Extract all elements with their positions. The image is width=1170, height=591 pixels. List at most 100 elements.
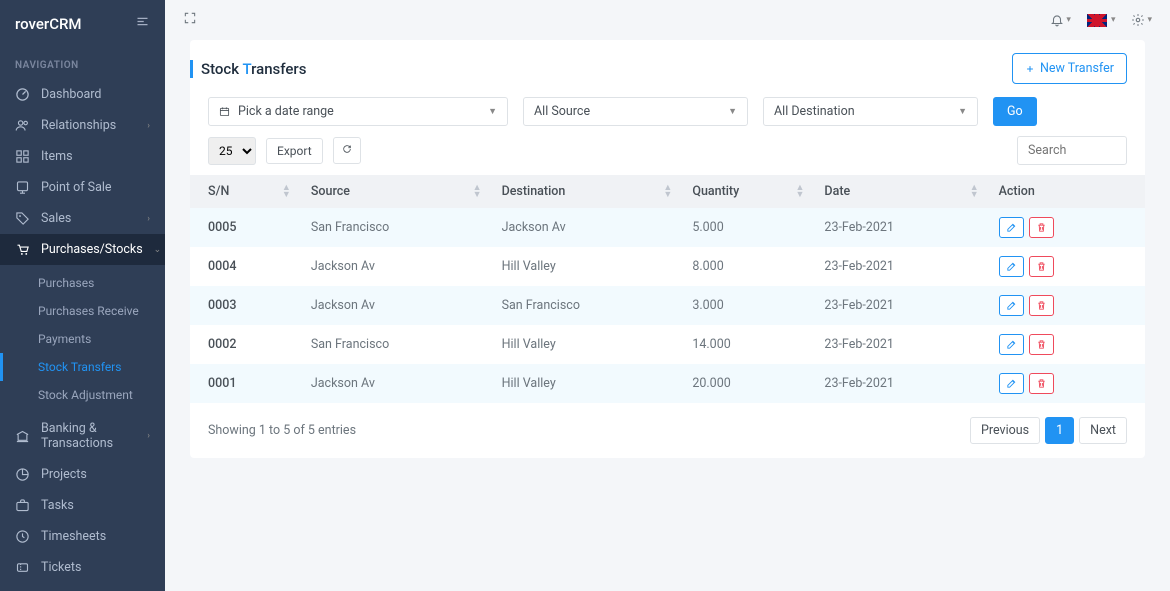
- sidebar-item-point-of-sale[interactable]: Point of Sale: [0, 172, 165, 203]
- edit-button[interactable]: [999, 334, 1024, 355]
- edit-icon: [1006, 378, 1017, 389]
- sidebar-item-tasks[interactable]: Tasks: [0, 490, 165, 521]
- settings-icon[interactable]: ▾: [1131, 13, 1152, 27]
- sidebar-item-items[interactable]: Items: [0, 141, 165, 172]
- sidebar-subitem-purchases[interactable]: Purchases: [0, 269, 165, 297]
- cell-quantity: 5.000: [680, 208, 812, 247]
- brand-logo: roverCRM: [15, 15, 82, 33]
- cell-quantity: 8.000: [680, 247, 812, 286]
- col-quantity[interactable]: Quantity▲▼: [680, 175, 812, 208]
- cell-destination: Hill Valley: [490, 364, 681, 403]
- destination-filter-select[interactable]: All Destination ▼: [763, 97, 978, 126]
- table-info: Showing 1 to 5 of 5 entries: [208, 423, 356, 438]
- cell-destination: Jackson Av: [490, 208, 681, 247]
- source-filter-select[interactable]: All Source ▼: [523, 97, 748, 126]
- export-button[interactable]: Export: [266, 138, 323, 164]
- page-title: Stock Transfers: [190, 60, 306, 78]
- delete-button[interactable]: [1029, 295, 1054, 316]
- table-row: 0001Jackson AvHill Valley20.00023-Feb-20…: [190, 364, 1145, 403]
- chevron-down-icon: ▼: [958, 106, 967, 117]
- cell-date: 23-Feb-2021: [812, 286, 986, 325]
- sidebar-item-label: Timesheets: [41, 529, 106, 544]
- sidebar-item-projects[interactable]: Projects: [0, 459, 165, 490]
- edit-icon: [1006, 222, 1017, 233]
- cell-date: 23-Feb-2021: [812, 325, 986, 364]
- edit-button[interactable]: [999, 295, 1024, 316]
- col-source[interactable]: Source▲▼: [299, 175, 490, 208]
- sidebar-item-relationships[interactable]: Relationships›: [0, 110, 165, 141]
- go-button[interactable]: Go: [993, 97, 1037, 126]
- sidebar-item-dashboard[interactable]: Dashboard: [0, 79, 165, 110]
- cell-sn: 0005: [190, 208, 299, 247]
- language-flag[interactable]: ▾: [1087, 14, 1116, 27]
- col-sn[interactable]: S/N▲▼: [190, 175, 299, 208]
- reload-button[interactable]: [333, 137, 361, 164]
- sidebar-subitem-stock-transfers[interactable]: Stock Transfers: [0, 353, 165, 381]
- sidebar-item-calender[interactable]: Calender: [0, 583, 165, 591]
- sidebar-subitem-stock-adjustment[interactable]: Stock Adjustment: [0, 381, 165, 409]
- edit-button[interactable]: [999, 256, 1024, 277]
- edit-icon: [1006, 261, 1017, 272]
- sidebar-item-label: Items: [41, 149, 73, 164]
- cell-destination: San Francisco: [490, 286, 681, 325]
- col-action: Action: [987, 175, 1145, 208]
- cell-sn: 0004: [190, 247, 299, 286]
- col-destination[interactable]: Destination▲▼: [490, 175, 681, 208]
- sidebar-subitem-payments[interactable]: Payments: [0, 325, 165, 353]
- sidebar-item-sales[interactable]: Sales›: [0, 203, 165, 234]
- bank-icon: [15, 429, 30, 444]
- sidebar-item-label: Banking & Transactions: [41, 421, 136, 451]
- sidebar: roverCRM NAVIGATION DashboardRelationshi…: [0, 0, 165, 591]
- cell-date: 23-Feb-2021: [812, 208, 986, 247]
- sidebar-item-label: Purchases/Stocks: [41, 242, 143, 257]
- sidebar-item-label: Point of Sale: [41, 180, 112, 195]
- edit-icon: [1006, 300, 1017, 311]
- reload-icon: [342, 144, 352, 154]
- cell-quantity: 14.000: [680, 325, 812, 364]
- search-input[interactable]: [1017, 136, 1127, 165]
- sidebar-item-purchases-stocks[interactable]: Purchases/Stocks⌄: [0, 234, 165, 265]
- cell-destination: Hill Valley: [490, 325, 681, 364]
- delete-button[interactable]: [1029, 334, 1054, 355]
- pagination-page-1[interactable]: 1: [1045, 417, 1074, 444]
- fullscreen-icon[interactable]: [183, 11, 197, 29]
- cell-destination: Hill Valley: [490, 247, 681, 286]
- col-date[interactable]: Date▲▼: [812, 175, 986, 208]
- chevron-icon: ›: [147, 214, 150, 224]
- main-area: ▾ ▾ ▾ Stock Transfers New Transfer Pick …: [165, 0, 1170, 591]
- sidebar-toggle-icon[interactable]: [135, 14, 150, 33]
- date-range-picker[interactable]: Pick a date range ▼: [208, 97, 508, 126]
- sidebar-subitem-purchases-receive[interactable]: Purchases Receive: [0, 297, 165, 325]
- plus-icon: [1025, 64, 1035, 74]
- sidebar-item-label: Tasks: [41, 498, 74, 513]
- delete-button[interactable]: [1029, 217, 1054, 238]
- edit-button[interactable]: [999, 373, 1024, 394]
- sidebar-item-tickets[interactable]: Tickets: [0, 552, 165, 583]
- trash-icon: [1036, 300, 1047, 311]
- edit-button[interactable]: [999, 217, 1024, 238]
- pagination-prev[interactable]: Previous: [970, 417, 1040, 444]
- delete-button[interactable]: [1029, 373, 1054, 394]
- calendar-icon: [219, 106, 230, 117]
- pie-icon: [15, 467, 30, 482]
- notifications-icon[interactable]: ▾: [1050, 13, 1071, 27]
- trash-icon: [1036, 222, 1047, 233]
- table-row: 0003Jackson AvSan Francisco3.00023-Feb-2…: [190, 286, 1145, 325]
- pagination-next[interactable]: Next: [1079, 417, 1127, 444]
- trash-icon: [1036, 261, 1047, 272]
- sidebar-item-timesheets[interactable]: Timesheets: [0, 521, 165, 552]
- cell-sn: 0003: [190, 286, 299, 325]
- new-transfer-button[interactable]: New Transfer: [1012, 53, 1127, 84]
- page-length-select[interactable]: 25: [208, 137, 256, 165]
- delete-button[interactable]: [1029, 256, 1054, 277]
- cell-source: San Francisco: [299, 325, 490, 364]
- users-icon: [15, 118, 30, 133]
- trash-icon: [1036, 339, 1047, 350]
- topbar: ▾ ▾ ▾: [165, 0, 1170, 40]
- table-row: 0004Jackson AvHill Valley8.00023-Feb-202…: [190, 247, 1145, 286]
- cell-source: Jackson Av: [299, 364, 490, 403]
- transfers-table: S/N▲▼ Source▲▼ Destination▲▼ Quantity▲▼ …: [190, 175, 1145, 403]
- cell-source: Jackson Av: [299, 247, 490, 286]
- sidebar-item-banking-transactions[interactable]: Banking & Transactions›: [0, 413, 165, 459]
- table-row: 0005San FranciscoJackson Av5.00023-Feb-2…: [190, 208, 1145, 247]
